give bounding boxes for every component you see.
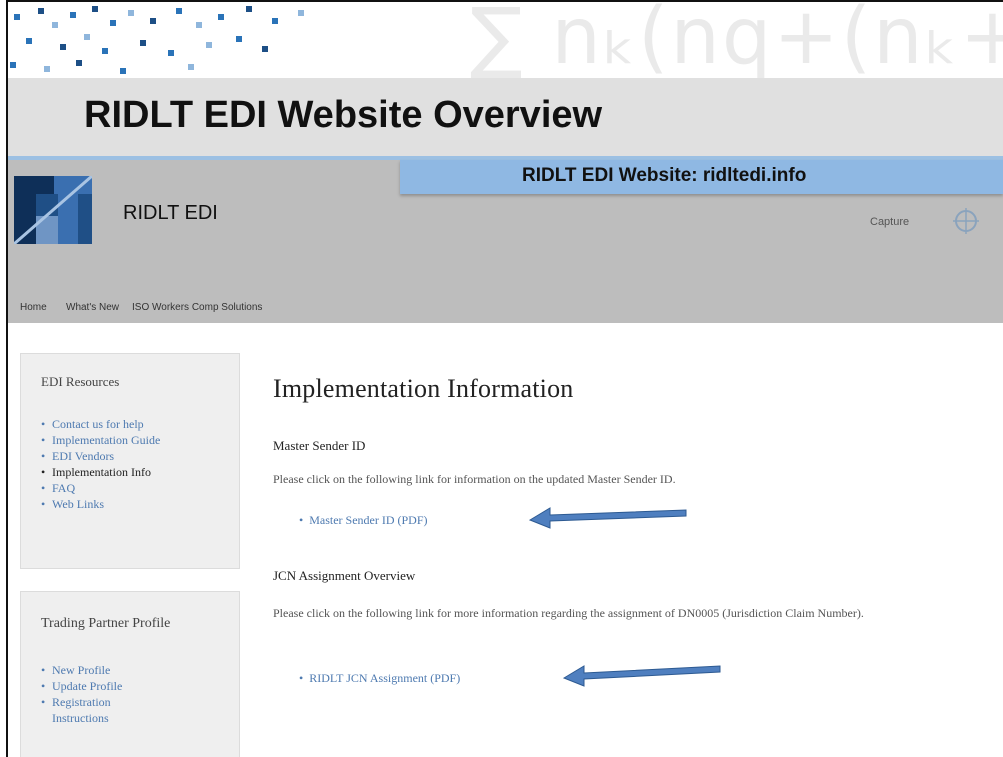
nav-home[interactable]: Home [20,302,47,313]
sidebar-item-update-profile[interactable]: • Update Profile [41,678,132,694]
capture-icon[interactable] [953,208,979,234]
trading-partner-title: Trading Partner Profile [41,616,171,631]
section-title-master-sender: Master Sender ID [273,438,366,453]
site-name: RIDLT EDI [123,202,218,224]
page-heading: Implementation Information [273,374,574,403]
website-callout: RIDLT EDI Website: ridltedi.info [400,160,1003,194]
sidebar-item-new-profile[interactable]: • New Profile [41,662,132,678]
sidebar-item-edi-vendors[interactable]: • EDI Vendors [41,448,160,464]
master-sender-pdf-link[interactable]: • Master Sender ID (PDF) [299,513,428,528]
lt-logo-icon [14,176,92,244]
capture-link[interactable]: Capture [870,216,909,228]
sidebar-item-web-links[interactable]: • Web Links [41,496,160,512]
jcn-assignment-pdf-link[interactable]: • RIDLT JCN Assignment (PDF) [299,671,460,686]
website-screenshot: RIDLT EDI Capture Home What's New ISO Wo… [8,156,1003,757]
slide-title: RIDLT EDI Website Overview [84,94,603,136]
sidebar-item-registration-instructions[interactable]: • Registration Instructions [41,694,132,726]
arrow-jcn-assignment [562,665,721,687]
sidebar-item-implementation-guide[interactable]: • Implementation Guide [41,432,160,448]
arrow-master-sender [528,507,687,529]
section-title-jcn: JCN Assignment Overview [273,568,416,583]
edi-resources-title: EDI Resources [41,374,120,389]
section-text-jcn: Please click on the following link for m… [273,606,864,620]
site-nav: Home What's New ISO Workers Comp Solutio… [8,298,1003,320]
section-text-master-sender: Please click on the following link for i… [273,472,676,486]
sidebar-item-implementation-info[interactable]: • Implementation Info [41,464,160,480]
sidebar-item-contact[interactable]: • Contact us for help [41,416,160,432]
edi-resources-list: • Contact us for help • Implementation Gui… [41,416,160,512]
nav-iso-workers-comp[interactable]: ISO Workers Comp Solutions [132,302,262,313]
trading-partner-list: • New Profile • Update Profile • Registrati… [41,662,132,726]
nav-whats-new[interactable]: What's New [66,302,119,313]
sidebar-item-faq[interactable]: • FAQ [41,480,160,496]
trading-partner-box: Trading Partner Profile • New Profile • Up… [20,591,240,757]
callout-text: RIDLT EDI Website: ridltedi.info [522,165,807,186]
edi-resources-box: EDI Resources • Contact us for help • Impl… [20,353,240,569]
